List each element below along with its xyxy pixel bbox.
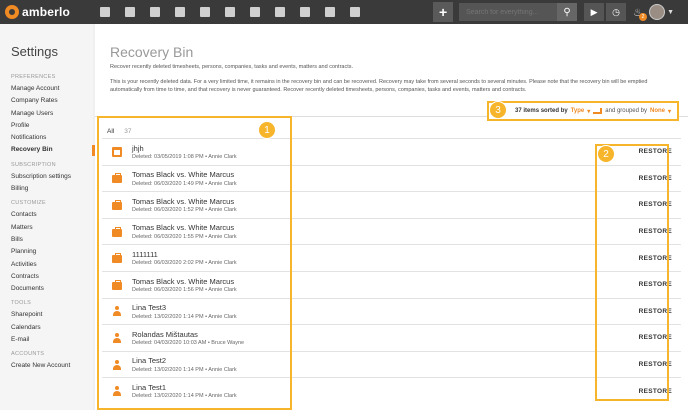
sidebar-item-recovery-bin[interactable]: Recovery Bin bbox=[11, 144, 93, 156]
callout-frame-items bbox=[97, 116, 292, 410]
sidebar-item-contacts[interactable]: Contacts bbox=[11, 209, 93, 221]
page-title: Recovery Bin bbox=[110, 44, 194, 60]
search-input[interactable] bbox=[459, 3, 558, 21]
time-glyph bbox=[249, 7, 260, 17]
callout-badge-1: 1 bbox=[258, 121, 276, 139]
sidebar-item-company-rates[interactable]: Company Rates bbox=[11, 95, 93, 107]
sidebar-item-subscription-settings[interactable]: Subscription settings bbox=[11, 171, 93, 183]
sidebar-item-sharepoint[interactable]: Sharepoint bbox=[11, 309, 93, 321]
top-right-controls: + ⚲ ▶ ◷ ♨ 2 ▼ bbox=[433, 0, 688, 24]
stopwatch-icon[interactable]: ◷ bbox=[606, 3, 627, 21]
reports-icon[interactable] bbox=[345, 3, 364, 22]
folder-icon[interactable] bbox=[270, 3, 289, 22]
notification-badge: 2 bbox=[639, 13, 648, 21]
documents-icon[interactable] bbox=[295, 3, 314, 22]
callout-badge-3: 3 bbox=[489, 101, 507, 119]
callout-badge-2: 2 bbox=[597, 145, 615, 163]
sidebar-section-heading: SUBSCRIPTION bbox=[11, 161, 56, 168]
callout-frame-restore bbox=[595, 144, 669, 401]
items-count-text: 37 items sorted by bbox=[515, 108, 568, 114]
sort-order-icon[interactable] bbox=[593, 108, 603, 114]
sidebar-item-calendars[interactable]: Calendars bbox=[11, 322, 93, 334]
mail-icon[interactable] bbox=[320, 3, 339, 22]
settings-sidebar: Settings PREFERENCES Manage Account Compan… bbox=[0, 24, 93, 410]
documents-icon[interactable] bbox=[170, 3, 189, 22]
avatar[interactable] bbox=[649, 4, 666, 20]
contacts-glyph bbox=[124, 7, 135, 17]
sidebar-item-profile[interactable]: Profile bbox=[11, 120, 93, 132]
chevron-down-icon[interactable]: ▾ bbox=[587, 108, 590, 115]
sidebar-item-notifications[interactable]: Notifications bbox=[11, 132, 93, 144]
bills-glyph bbox=[199, 7, 210, 17]
sidebar-item-manage-account[interactable]: Manage Account bbox=[11, 83, 93, 95]
sidebar-item-planning[interactable]: Planning bbox=[11, 246, 93, 258]
sidebar-section-heading: TOOLS bbox=[11, 300, 32, 307]
chevron-down-icon[interactable]: ▾ bbox=[668, 108, 671, 115]
logo-icon bbox=[5, 5, 19, 19]
sidebar-item-manage-users[interactable]: Manage Users bbox=[11, 108, 93, 120]
main-content: Recovery Bin Recover recently deleted ti… bbox=[95, 24, 688, 410]
module-icons bbox=[95, 3, 364, 22]
sidebar-item-bills[interactable]: Bills bbox=[11, 234, 93, 246]
play-timer-icon[interactable]: ▶ bbox=[584, 3, 605, 21]
bills-icon[interactable] bbox=[195, 3, 214, 22]
sidebar-item-e-mail[interactable]: E-mail bbox=[11, 334, 93, 346]
app-logo[interactable]: amberlo bbox=[5, 5, 85, 19]
sidebar-section-heading: ACCOUNTS bbox=[11, 351, 45, 358]
sidebar-item-contracts[interactable]: Contracts bbox=[11, 271, 93, 283]
sidebar-item-matters[interactable]: Matters bbox=[11, 222, 93, 234]
sort-type-dropdown[interactable]: Type bbox=[571, 108, 585, 114]
group-by-dropdown[interactable]: None bbox=[650, 108, 665, 114]
matters-icon[interactable] bbox=[145, 3, 164, 22]
grouped-by-text: and grouped by bbox=[605, 108, 647, 114]
calendar-icon[interactable] bbox=[220, 3, 239, 22]
sort-bar: 37 items sorted by Type ▾ and grouped by… bbox=[487, 101, 679, 121]
sidebar-item-activities[interactable]: Activities bbox=[11, 259, 93, 271]
reports-glyph bbox=[349, 7, 360, 17]
sidebar-section-heading: CUSTOMIZE bbox=[11, 200, 46, 207]
search-icon[interactable]: ⚲ bbox=[557, 3, 578, 21]
sidebar-item-billing[interactable]: Billing bbox=[11, 183, 93, 195]
documents-glyph bbox=[174, 7, 185, 17]
top-navigation-bar: amberlo + ⚲ ▶ ◷ ♨ 2 ▼ bbox=[0, 0, 688, 24]
time-icon[interactable] bbox=[245, 3, 264, 22]
sidebar-section-heading: PREFERENCES bbox=[11, 74, 56, 80]
sidebar-item-create-new-account[interactable]: Create New Account bbox=[11, 360, 93, 372]
dashboard-icon[interactable] bbox=[95, 3, 114, 22]
chevron-down-icon[interactable]: ▼ bbox=[667, 9, 674, 16]
matters-glyph bbox=[149, 7, 160, 17]
page-description: This is your recently deleted data. For … bbox=[110, 79, 648, 93]
contacts-icon[interactable] bbox=[120, 3, 139, 22]
dashboard-glyph bbox=[99, 7, 110, 17]
notification-bell-icon[interactable]: ♨ 2 bbox=[630, 3, 648, 21]
sidebar-item-documents[interactable]: Documents bbox=[11, 283, 93, 295]
folder-glyph bbox=[274, 7, 285, 17]
page-subtitle: Recover recently deleted timesheets, per… bbox=[110, 64, 354, 70]
calendar-glyph bbox=[224, 7, 235, 17]
sidebar-title: Settings bbox=[11, 44, 58, 59]
documents-glyph bbox=[299, 7, 310, 17]
logo-text: amberlo bbox=[22, 5, 71, 19]
add-new-button[interactable]: + bbox=[433, 2, 454, 22]
mail-glyph bbox=[324, 7, 335, 17]
